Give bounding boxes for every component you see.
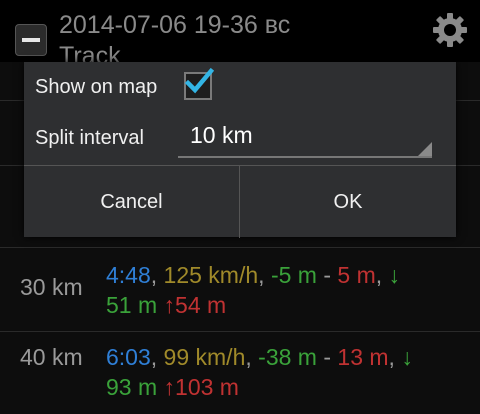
split-time: 4:48: [106, 262, 151, 288]
split-speed: 99 km/h: [163, 344, 246, 370]
split-descent: 51 m: [106, 292, 158, 318]
gear-icon[interactable]: [430, 10, 470, 50]
dropdown-corner-icon: [418, 142, 432, 156]
split-speed: 125 km/h: [163, 262, 259, 288]
split-elev-max: 13 m: [337, 344, 389, 370]
cancel-button[interactable]: Cancel: [24, 166, 240, 238]
split-ascent: 103 m: [175, 374, 239, 400]
checkmark-icon: [184, 67, 214, 94]
split-elev-min: -38 m: [258, 344, 317, 370]
show-on-map-checkbox[interactable]: [184, 67, 214, 100]
show-on-map-label: Show on map: [35, 76, 158, 98]
list-item[interactable]: 40 km 6:03, 99 km/h, -38 m - 13 m, ↓ 93 …: [0, 331, 480, 414]
split-stats-line2: 93 m ↑103 m: [106, 372, 239, 402]
split-stats-line2: 51 m ↑54 m: [106, 290, 226, 320]
split-settings-dialog: Show on map Split interval 10 km Cancel …: [24, 62, 456, 238]
ok-button[interactable]: OK: [240, 166, 456, 238]
split-stats-line1: 6:03, 99 km/h, -38 m - 13 m, ↓: [106, 344, 413, 370]
down-arrow-icon: ↓: [388, 262, 401, 288]
split-distance: 40 km: [20, 344, 83, 370]
split-elev-min: -5 m: [270, 262, 317, 288]
split-interval-dropdown[interactable]: 10 km: [178, 116, 432, 158]
split-descent: 93 m: [106, 374, 158, 400]
split-ascent: 54 m: [175, 292, 227, 318]
split-interval-value: 10 km: [190, 122, 253, 148]
up-arrow-icon: ↑: [163, 374, 176, 400]
split-distance: 30 km: [20, 274, 83, 300]
up-arrow-icon: ↑: [163, 292, 176, 318]
dialog-button-bar: Cancel OK: [24, 165, 456, 238]
minus-square-icon[interactable]: [15, 24, 47, 56]
list-item[interactable]: 30 km 4:48, 125 km/h, -5 m - 5 m, ↓ 51 m…: [0, 247, 480, 332]
down-arrow-icon: ↓: [401, 344, 413, 370]
split-interval-label: Split interval: [35, 127, 144, 149]
split-time: 6:03: [106, 344, 151, 370]
track-title: 2014-07-06 19-36 вс: [59, 11, 291, 39]
split-stats-line1: 4:48, 125 km/h, -5 m - 5 m, ↓: [106, 262, 401, 288]
split-elev-max: 5 m: [337, 262, 376, 288]
